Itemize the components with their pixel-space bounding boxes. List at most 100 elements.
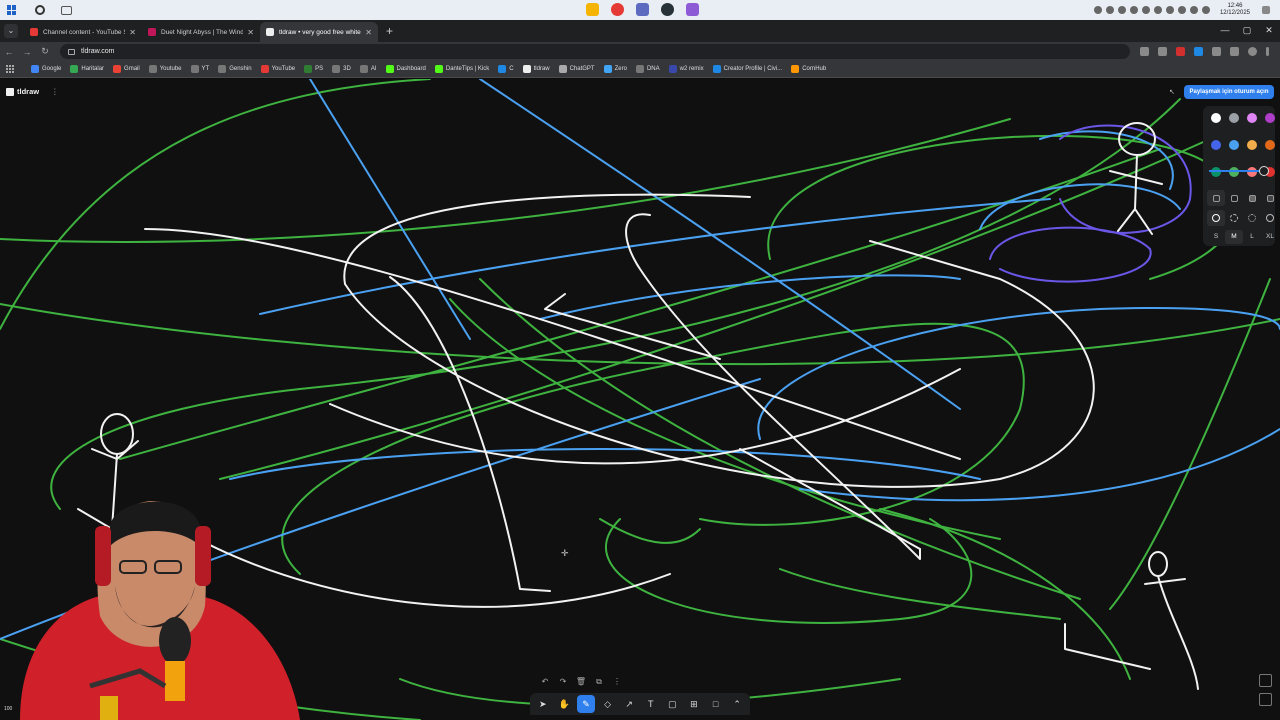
maximize-icon[interactable]: ▢ (1236, 25, 1258, 36)
tray-icon[interactable] (1117, 6, 1126, 14)
tab-duet-night-abyss[interactable]: Duet Night Abyss | The Wind A ✕ (142, 22, 260, 42)
share-arrow-icon[interactable]: ↖ (1169, 88, 1177, 96)
reload-icon[interactable]: ↻ (36, 46, 54, 57)
tray-icon[interactable] (1093, 6, 1102, 14)
forward-icon[interactable]: → (18, 47, 36, 57)
extension-icon[interactable] (1194, 47, 1203, 56)
close-window-icon[interactable]: ✕ (1258, 25, 1280, 36)
chrome-icon[interactable] (611, 3, 624, 16)
tray-icon[interactable] (1141, 6, 1150, 14)
close-tab-icon[interactable]: ✕ (365, 28, 372, 37)
url-field[interactable]: tldraw.com (60, 44, 1130, 59)
color-swatch[interactable] (1265, 113, 1275, 123)
bookmark-item[interactable]: w2 remix (668, 65, 704, 73)
help-icon[interactable] (1259, 693, 1272, 706)
color-swatch[interactable] (1247, 140, 1257, 150)
bookmark-item[interactable]: Youtube (148, 65, 182, 73)
tab-youtube-studio[interactable]: Channel content - YouTube Stu ✕ (24, 22, 142, 42)
extension-icon[interactable] (1212, 47, 1221, 56)
tab-search-icon[interactable]: ⌄ (4, 24, 18, 38)
more-actions-icon[interactable]: ⋮ (610, 675, 624, 689)
rectangle-tool-icon[interactable]: □ (707, 695, 725, 713)
bookmark-item[interactable]: Creator Profile | Civi... (712, 65, 782, 73)
bookmark-item[interactable]: CornHub (791, 65, 826, 73)
bookmark-item[interactable]: 3D (332, 65, 351, 73)
bookmark-item[interactable]: Genshin (218, 65, 252, 73)
cast-icon[interactable] (1140, 47, 1149, 56)
minimize-icon[interactable]: — (1214, 25, 1236, 35)
extension-icon[interactable] (1176, 47, 1185, 56)
dash-solid-option[interactable] (1261, 210, 1279, 226)
tray-icon[interactable] (1165, 6, 1174, 14)
task-view-icon[interactable] (61, 5, 72, 15)
dash-draw-option[interactable] (1207, 210, 1225, 226)
tldraw-logo[interactable]: tldraw ⋮ (6, 87, 59, 96)
select-tool-icon[interactable]: ➤ (534, 695, 552, 713)
fill-solid-option[interactable] (1243, 190, 1261, 206)
page-menu-icon[interactable] (1259, 674, 1272, 687)
eraser-tool-icon[interactable]: ◇ (599, 695, 617, 713)
size-option-xl[interactable]: XL (1261, 230, 1279, 244)
volume-icon[interactable] (1201, 6, 1210, 14)
tray-icon[interactable] (1177, 6, 1186, 14)
bookmark-item[interactable]: PS (304, 65, 323, 73)
bookmark-item[interactable]: ChatGPT (558, 65, 595, 73)
share-sign-in-button[interactable]: Paylaşmak için oturum açın (1184, 85, 1274, 99)
fill-none-option[interactable] (1207, 190, 1225, 206)
profile-avatar[interactable] (1248, 47, 1257, 56)
size-option-s[interactable]: S (1207, 230, 1225, 244)
bookmark-item[interactable]: DanteTips | Kick (434, 65, 489, 73)
tab-tldraw[interactable]: tldraw • very good free whiteb ✕ (260, 22, 378, 42)
opacity-slider[interactable] (1209, 166, 1269, 176)
tray-icon[interactable] (1153, 6, 1162, 14)
app-icon[interactable] (686, 3, 699, 16)
bookmark-item[interactable]: C (498, 65, 514, 73)
back-icon[interactable]: ← (0, 47, 18, 57)
draw-tool-icon[interactable]: ✎ (577, 695, 595, 713)
color-swatch[interactable] (1229, 113, 1239, 123)
close-tab-icon[interactable]: ✕ (247, 28, 254, 37)
fill-semi-option[interactable] (1225, 190, 1243, 206)
color-swatch[interactable] (1211, 140, 1221, 150)
browser-menu-icon[interactable] (1266, 47, 1269, 56)
clock[interactable]: 12:46 12/12/2025 (1220, 3, 1250, 17)
bookmark-item[interactable]: YT (190, 65, 209, 73)
tray-icon[interactable] (1105, 6, 1114, 14)
bookmark-item[interactable]: Dashboard (385, 65, 426, 73)
new-tab-button[interactable]: + (386, 24, 393, 38)
obs-icon[interactable] (661, 3, 674, 16)
bookmark-item[interactable]: tldraw (522, 65, 550, 73)
bookmark-star-icon[interactable] (1158, 47, 1167, 56)
bookmark-item[interactable]: YouTube (260, 65, 295, 73)
dash-dashed-option[interactable] (1225, 210, 1243, 226)
more-tool-icon[interactable]: ⌃ (728, 695, 746, 713)
tray-icon[interactable] (1129, 6, 1138, 14)
delete-icon[interactable]: 🗑 (574, 675, 588, 689)
color-swatch[interactable] (1211, 113, 1221, 123)
redo-icon[interactable]: ↷ (556, 675, 570, 689)
file-explorer-icon[interactable] (586, 3, 599, 16)
bookmark-item[interactable]: Google (31, 65, 61, 73)
wifi-icon[interactable] (1189, 6, 1198, 14)
bookmark-item[interactable]: AI (359, 65, 377, 73)
apps-grid-icon[interactable] (6, 64, 15, 74)
color-swatch[interactable] (1265, 140, 1275, 150)
bookmark-item[interactable]: Haritalar (70, 65, 104, 73)
extensions-puzzle-icon[interactable] (1230, 47, 1239, 56)
fill-pattern-option[interactable] (1261, 190, 1279, 206)
notifications-icon[interactable] (1262, 6, 1270, 14)
close-tab-icon[interactable]: ✕ (129, 28, 136, 37)
bookmark-item[interactable]: DNA (635, 65, 660, 73)
size-option-l[interactable]: L (1243, 230, 1261, 244)
size-option-m[interactable]: M (1225, 230, 1243, 244)
bookmark-item[interactable]: Gmail (113, 65, 140, 73)
app-icon[interactable] (636, 3, 649, 16)
search-icon[interactable] (35, 5, 45, 15)
bookmark-item[interactable]: Zero (603, 65, 627, 73)
color-swatch[interactable] (1229, 140, 1239, 150)
duplicate-icon[interactable]: ⧉ (592, 675, 606, 689)
windows-start-icon[interactable] (7, 5, 17, 15)
site-info-icon[interactable] (68, 48, 75, 55)
color-swatch[interactable] (1247, 113, 1257, 123)
undo-icon[interactable]: ↶ (538, 675, 552, 689)
